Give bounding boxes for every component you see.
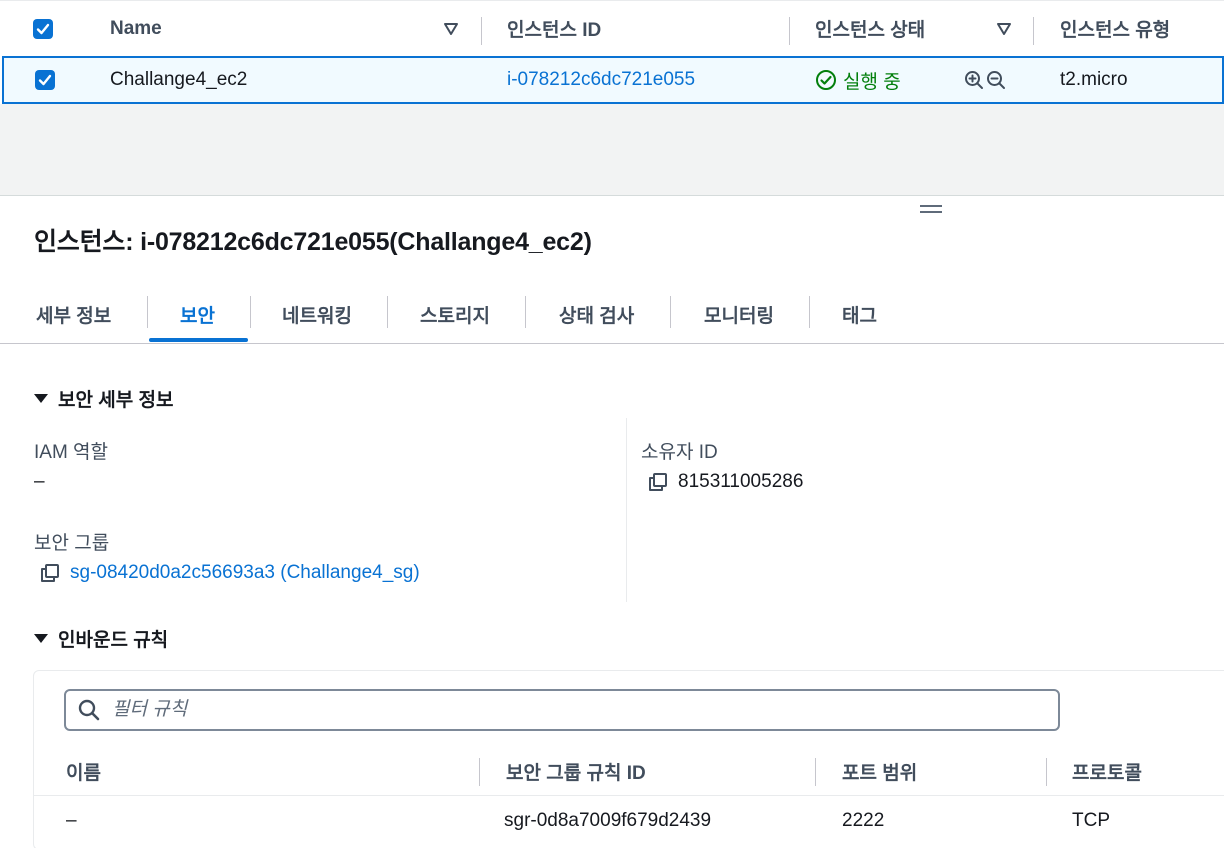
- copy-icon[interactable]: [648, 472, 668, 492]
- iam-role-label: IAM 역할: [34, 442, 109, 463]
- column-divider[interactable]: [1046, 758, 1047, 786]
- sort-caret-icon[interactable]: [996, 1, 1012, 56]
- security-group-link[interactable]: sg-08420d0a2c56693a3 (Challange4_sg): [70, 562, 420, 584]
- zoom-in-icon[interactable]: [964, 70, 984, 90]
- instance-name: Challange4_ec2: [110, 69, 248, 90]
- security-details-toggle[interactable]: 보안 세부 정보: [34, 385, 173, 412]
- table-footer-area: [0, 104, 1224, 196]
- row-checkbox[interactable]: [35, 58, 55, 102]
- caret-down-icon: [34, 634, 48, 643]
- tab-details[interactable]: 세부 정보: [36, 286, 111, 342]
- iam-role-value: –: [34, 471, 45, 492]
- tab-divider: [525, 296, 526, 328]
- active-tab-indicator: [149, 338, 248, 342]
- owner-id-label: 소유자 ID: [641, 442, 718, 463]
- checkbox-checked-icon[interactable]: [33, 18, 53, 39]
- instance-type: t2.micro: [1060, 69, 1128, 90]
- tab-security[interactable]: 보안: [180, 286, 215, 342]
- tab-divider: [387, 296, 388, 328]
- inbound-rules-title: 인바운드 규칙: [58, 630, 169, 651]
- column-header-port-range[interactable]: 포트 범위: [842, 748, 917, 795]
- tab-storage[interactable]: 스토리지: [420, 286, 490, 342]
- tab-status-checks[interactable]: 상태 검사: [559, 286, 634, 342]
- search-icon: [78, 699, 100, 721]
- column-header-instance-state[interactable]: 인스턴스 상태: [815, 1, 925, 56]
- column-divider: [626, 418, 627, 602]
- details-tabs: 세부 정보 보안 네트워킹 스토리지 상태 검사 모니터링 태그: [0, 286, 1224, 344]
- tab-divider: [250, 296, 251, 328]
- inbound-rules-toggle[interactable]: 인바운드 규칙: [34, 625, 168, 652]
- caret-down-icon: [34, 394, 48, 403]
- copy-icon[interactable]: [40, 563, 60, 583]
- column-header-name[interactable]: 이름: [66, 748, 101, 795]
- security-group-value: sg-08420d0a2c56693a3 (Challange4_sg): [40, 562, 420, 584]
- zoom-controls: [964, 58, 1006, 102]
- rule-name: –: [66, 810, 77, 831]
- inbound-rules-header: 이름 보안 그룹 규칙 ID 포트 범위 프로토콜: [34, 748, 1224, 796]
- instance-row[interactable]: Challange4_ec2 i-078212c6dc721e055 실행 중 …: [2, 56, 1224, 104]
- instance-id-link[interactable]: i-078212c6dc721e055: [507, 58, 695, 102]
- filter-rules-field[interactable]: [64, 689, 1060, 731]
- column-divider[interactable]: [1033, 17, 1034, 45]
- table-row[interactable]: – sgr-0d8a7009f679d2439 2222 TCP: [34, 797, 1224, 845]
- rule-protocol: TCP: [1072, 810, 1110, 831]
- column-divider[interactable]: [481, 17, 482, 45]
- rule-id: sgr-0d8a7009f679d2439: [504, 810, 712, 831]
- sort-caret-icon[interactable]: [443, 1, 459, 56]
- column-header-rule-id[interactable]: 보안 그룹 규칙 ID: [506, 748, 646, 795]
- tab-divider: [809, 296, 810, 328]
- owner-id-value: 815311005286: [648, 471, 803, 493]
- details-title: 인스턴스: i-078212c6dc721e055(Challange4_ec2…: [34, 228, 592, 256]
- column-header-instance-type[interactable]: 인스턴스 유형: [1060, 1, 1170, 56]
- column-header-instance-id[interactable]: 인스턴스 ID: [507, 1, 601, 56]
- filter-rules-input[interactable]: [112, 699, 1012, 721]
- tab-monitoring[interactable]: 모니터링: [704, 286, 774, 342]
- instance-state: 실행 중: [815, 58, 901, 102]
- tab-divider: [670, 296, 671, 328]
- column-header-protocol[interactable]: 프로토콜: [1072, 748, 1142, 795]
- column-header-name[interactable]: Name: [110, 1, 162, 56]
- status-success-icon: [816, 70, 836, 90]
- column-divider[interactable]: [815, 758, 816, 786]
- rule-port-range: 2222: [842, 810, 885, 831]
- select-all-checkbox[interactable]: [33, 1, 53, 56]
- column-divider[interactable]: [789, 17, 790, 45]
- checkbox-checked-icon[interactable]: [35, 70, 55, 90]
- tab-divider: [147, 296, 148, 328]
- tab-networking[interactable]: 네트워킹: [282, 286, 352, 342]
- zoom-out-icon[interactable]: [986, 70, 1006, 90]
- tab-tags[interactable]: 태그: [842, 286, 877, 342]
- instances-table-header: Name 인스턴스 ID 인스턴스 상태 인스턴스 유형: [0, 0, 1224, 56]
- owner-id-text: 815311005286: [678, 471, 804, 492]
- security-group-label: 보안 그룹: [34, 533, 110, 554]
- security-details-title: 보안 세부 정보: [58, 390, 174, 411]
- instance-state-label: 실행 중: [843, 71, 901, 93]
- column-divider[interactable]: [479, 758, 480, 786]
- panel-resize-handle[interactable]: [920, 205, 942, 215]
